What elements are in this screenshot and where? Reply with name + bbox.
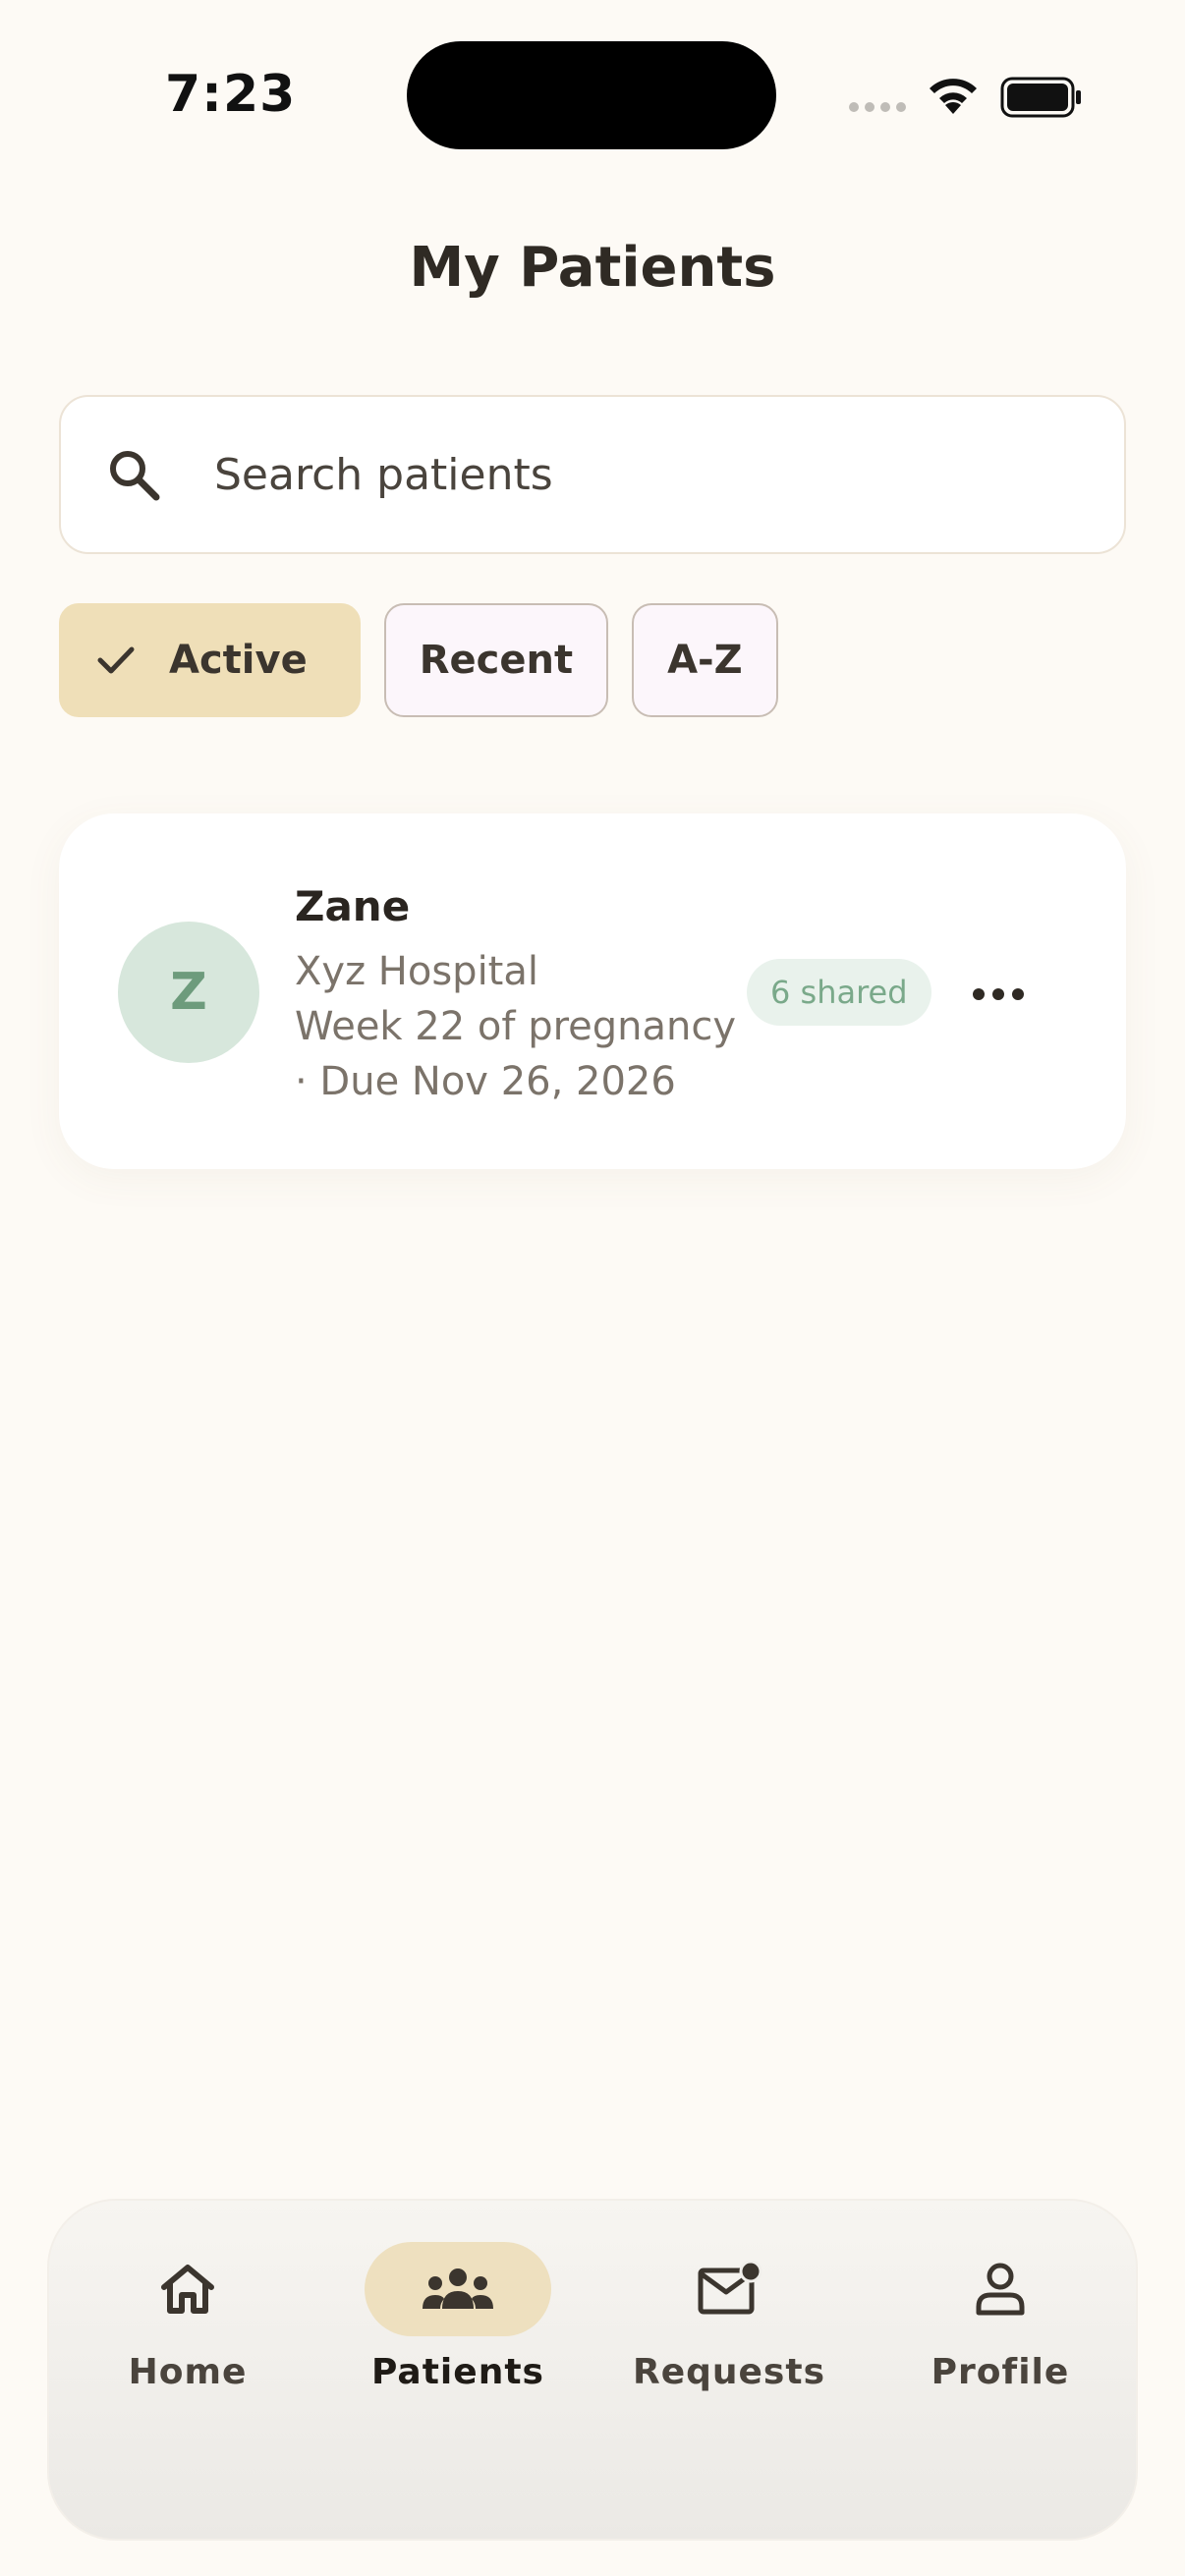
patient-due-date: · Due Nov 26, 2026 — [295, 1059, 676, 1104]
nav-label: Home — [128, 2352, 248, 2392]
patient-name: Zane — [295, 882, 411, 930]
nav-item-requests[interactable]: Requests — [611, 2242, 847, 2392]
filter-chips: Active Recent A-Z — [59, 603, 778, 717]
nav-item-profile[interactable]: Profile — [882, 2242, 1118, 2392]
nav-label: Profile — [931, 2352, 1070, 2392]
nav-label: Patients — [371, 2352, 544, 2392]
cellular-signal-icon — [849, 102, 906, 112]
filter-chip-active[interactable]: Active — [59, 603, 361, 717]
nav-item-patients[interactable]: Patients — [340, 2242, 576, 2392]
page-title: My Patients — [409, 236, 776, 300]
battery-icon — [1000, 77, 1081, 118]
search-bar[interactable] — [59, 395, 1126, 554]
patient-card[interactable]: Z Zane Xyz Hospital Week 22 of pregnancy… — [59, 813, 1126, 1169]
filter-chip-a-z[interactable]: A-Z — [632, 603, 778, 717]
filter-chip-label: Active — [169, 638, 308, 683]
nav-item-home[interactable]: Home — [70, 2242, 306, 2392]
person-icon — [907, 2242, 1094, 2336]
patients-screen: 7:23 My Patients Act — [0, 0, 1185, 2576]
filter-chip-recent[interactable]: Recent — [383, 603, 609, 717]
bottom-navigation: Home Patients Requests Profile — [47, 2199, 1138, 2541]
nav-label: Requests — [632, 2352, 825, 2392]
filter-chip-label: Recent — [419, 638, 574, 683]
filter-chip-label: A-Z — [667, 638, 743, 683]
status-time: 7:23 — [165, 65, 297, 124]
patient-hospital: Xyz Hospital — [295, 949, 538, 994]
home-icon — [94, 2242, 281, 2336]
search-input[interactable] — [214, 449, 1000, 500]
group-icon — [365, 2242, 551, 2336]
avatar: Z — [118, 922, 259, 1063]
more-options-icon[interactable] — [959, 965, 1038, 1024]
shared-count-badge: 6 shared — [747, 959, 931, 1026]
dynamic-island — [407, 41, 776, 149]
patient-pregnancy-week: Week 22 of pregnancy — [295, 1004, 737, 1049]
check-icon — [96, 644, 136, 676]
mail-badge-icon — [636, 2242, 822, 2336]
search-icon — [102, 443, 165, 506]
wifi-icon — [930, 79, 977, 114]
